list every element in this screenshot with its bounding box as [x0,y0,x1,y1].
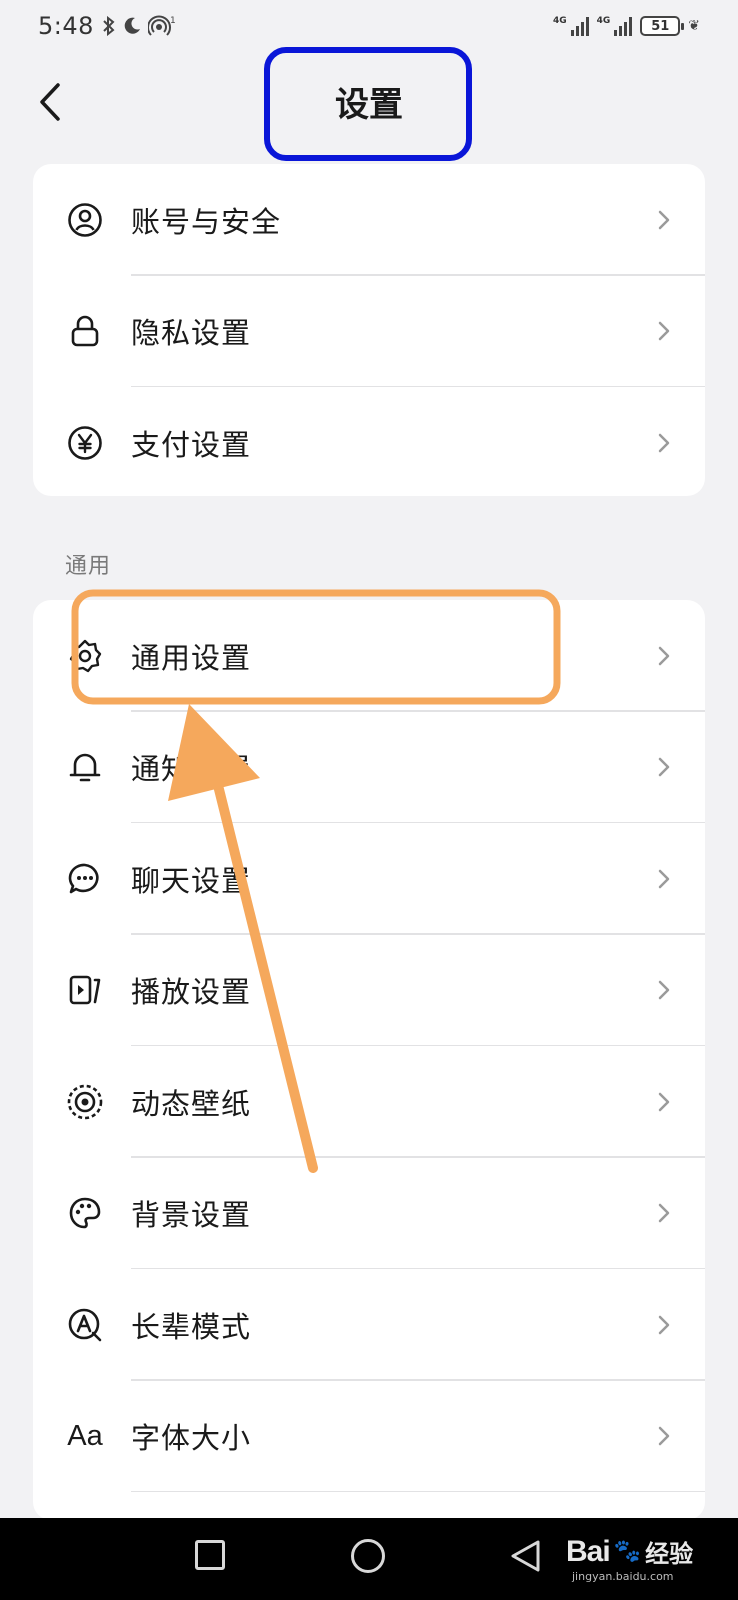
chevron-right-icon [653,868,675,890]
chevron-right-icon [653,645,675,667]
nav-back-button[interactable] [508,1538,544,1574]
status-time: 5:48 [38,12,94,40]
hotspot-icon: 1 [147,15,176,36]
chevron-right-icon [653,1091,675,1113]
settings-item-label: 字体大小 [131,1421,252,1456]
settings-item-background[interactable]: 背景设置 [33,1158,705,1269]
section-label-general: 通用 [65,554,112,579]
title-annotation-box [264,47,472,161]
settings-item-font-size[interactable]: Aa 字体大小 [33,1381,705,1492]
moon-icon [124,17,140,34]
chevron-right-icon [653,320,675,342]
settings-item-elder-mode[interactable]: 长辈模式 [33,1269,705,1381]
settings-item-payment[interactable]: 支付设置 [33,387,705,496]
baidu-watermark: Bai 🐾 经验 jingyan.baidu.com [566,1534,694,1584]
settings-item-label: 长辈模式 [131,1309,252,1344]
settings-item-label: 支付设置 [131,427,252,462]
settings-item-notification[interactable]: 通知设置 [33,712,705,823]
yuan-circle-icon [65,423,105,463]
elder-mode-icon [65,1305,105,1345]
settings-item-privacy[interactable]: 隐私设置 [33,276,705,387]
signal-icon: 4G [597,16,633,36]
font-size-icon: Aa [67,1419,103,1452]
chat-bubble-icon [65,859,105,899]
settings-item-label: 隐私设置 [131,316,252,351]
chevron-right-icon [653,979,675,1001]
settings-item-label: 通用设置 [131,640,252,675]
settings-item-general[interactable]: 通用设置 [33,600,705,712]
dynamic-wallpaper-icon [65,1082,105,1122]
settings-item-chat[interactable]: 聊天设置 [33,823,705,935]
bluetooth-icon [103,16,115,36]
chevron-right-icon [653,209,675,231]
settings-item-label: 通知设置 [131,752,252,787]
leaf-icon: ❦ [688,18,700,34]
settings-item-label: 聊天设置 [131,863,252,898]
settings-item-label: 背景设置 [131,1198,252,1233]
system-nav-bar: Bai 🐾 经验 jingyan.baidu.com [0,1518,738,1600]
status-bar: 5:48 1 4G 4G 51 ❦ [0,0,738,52]
chevron-right-icon [653,1202,675,1224]
account-settings-group: 账号与安全 隐私设置 支付设置 [33,164,705,496]
settings-item-label: 账号与安全 [131,204,282,239]
settings-item-playback[interactable]: 播放设置 [33,935,705,1046]
user-circle-icon [65,200,105,240]
settings-item-dynamic-wallpaper[interactable]: 动态壁纸 [33,1046,705,1158]
palette-icon [65,1193,105,1233]
lock-icon [65,311,105,351]
settings-item-account-security[interactable]: 账号与安全 [33,164,705,276]
gear-icon [65,636,105,676]
signal-icon: 4G [553,16,589,36]
general-settings-group: 通用设置 通知设置 聊天设置 播放设置 动态壁纸 背景设置 长辈模式 Aa 字体… [33,600,705,1520]
chevron-right-icon [653,1425,675,1447]
chevron-right-icon [653,432,675,454]
settings-item-label: 动态壁纸 [131,1086,252,1121]
paw-icon: 🐾 [613,1539,642,1564]
svg-text:1: 1 [170,16,176,26]
battery-icon: 51 [640,16,685,36]
bell-icon [65,747,105,787]
settings-item-label: 播放设置 [131,975,252,1010]
chevron-right-icon [653,1314,675,1336]
chevron-right-icon [653,756,675,778]
recents-button[interactable] [195,1540,225,1570]
play-screen-icon [65,970,105,1010]
home-button[interactable] [351,1539,385,1573]
